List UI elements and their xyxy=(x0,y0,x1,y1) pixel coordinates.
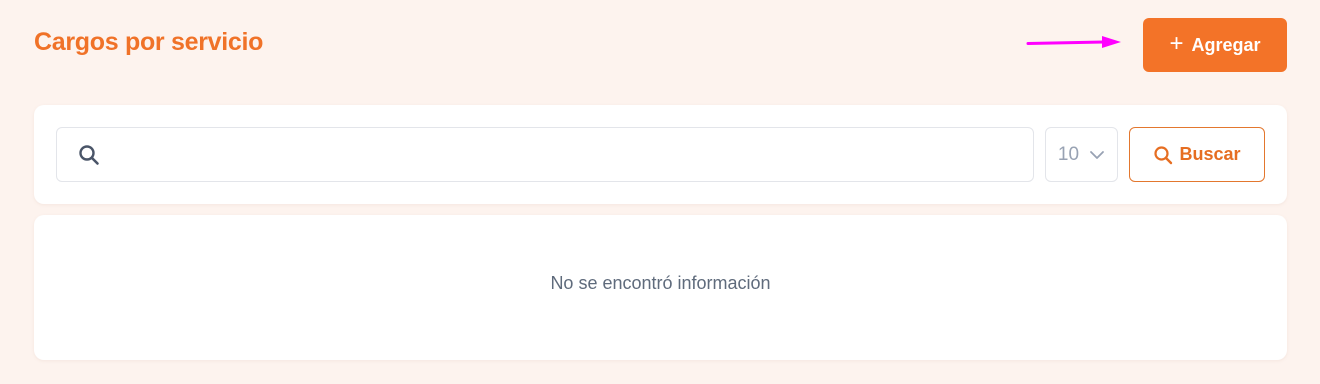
search-icon xyxy=(79,144,99,165)
search-button-label: Buscar xyxy=(1179,144,1241,164)
annotation-arrow-icon xyxy=(1026,36,1121,48)
add-button-label: Agregar xyxy=(1191,34,1261,55)
search-input[interactable] xyxy=(112,128,1033,181)
search-field[interactable] xyxy=(56,127,1034,182)
page-title: Cargos por servicio xyxy=(34,28,264,56)
page-size-value: 10 xyxy=(1057,143,1080,165)
search-button[interactable]: Buscar xyxy=(1129,127,1265,182)
add-button[interactable]: + Agregar xyxy=(1143,18,1287,72)
empty-state-message: No se encontró información xyxy=(550,273,771,293)
search-card: 10 Buscar xyxy=(34,105,1287,204)
search-icon xyxy=(1154,145,1173,164)
page-size-select[interactable]: 10 xyxy=(1045,127,1118,182)
page: Cargos por servicio + Agregar 10 Buscar … xyxy=(0,0,1320,384)
chevron-down-icon xyxy=(1090,150,1104,159)
plus-icon: + xyxy=(1169,29,1184,57)
results-card: No se encontró información xyxy=(34,215,1287,360)
